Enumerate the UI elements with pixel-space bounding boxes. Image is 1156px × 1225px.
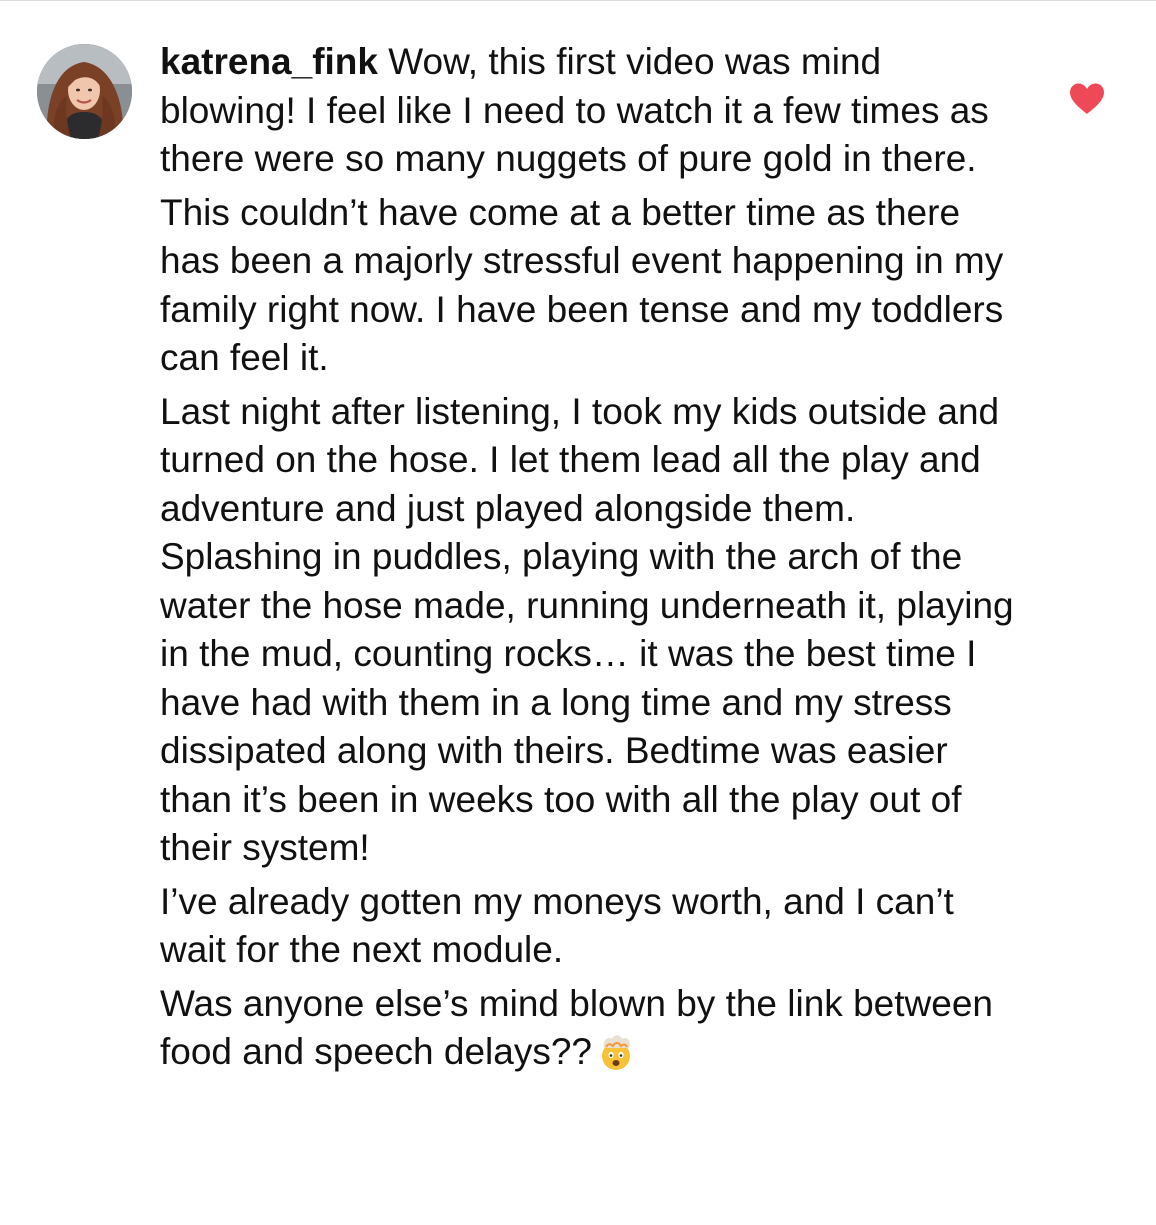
profile-photo: [37, 44, 132, 139]
comment-body: katrena_fink Wow, this first video was m…: [160, 38, 1020, 1077]
comment-paragraph-3: Last night after listening, I took my ki…: [160, 390, 1014, 869]
comment-paragraph-4: I’ve already gotten my moneys worth, and…: [160, 880, 954, 971]
username-link[interactable]: katrena_fink: [160, 41, 378, 82]
comment-paragraph-2: This couldn’t have come at a better time…: [160, 191, 1004, 379]
like-button[interactable]: [1068, 82, 1106, 116]
top-divider: [0, 0, 1156, 1]
exploding-head-icon: [596, 1032, 636, 1072]
heart-icon: [1070, 83, 1104, 114]
comment-text: Was anyone else’s mind blown by the link…: [160, 982, 993, 1073]
avatar[interactable]: [37, 44, 132, 139]
comment-paragraph-1: katrena_fink Wow, this first video was m…: [160, 38, 1020, 184]
comment-paragraph-5: Was anyone else’s mind blown by the link…: [160, 980, 1020, 1077]
